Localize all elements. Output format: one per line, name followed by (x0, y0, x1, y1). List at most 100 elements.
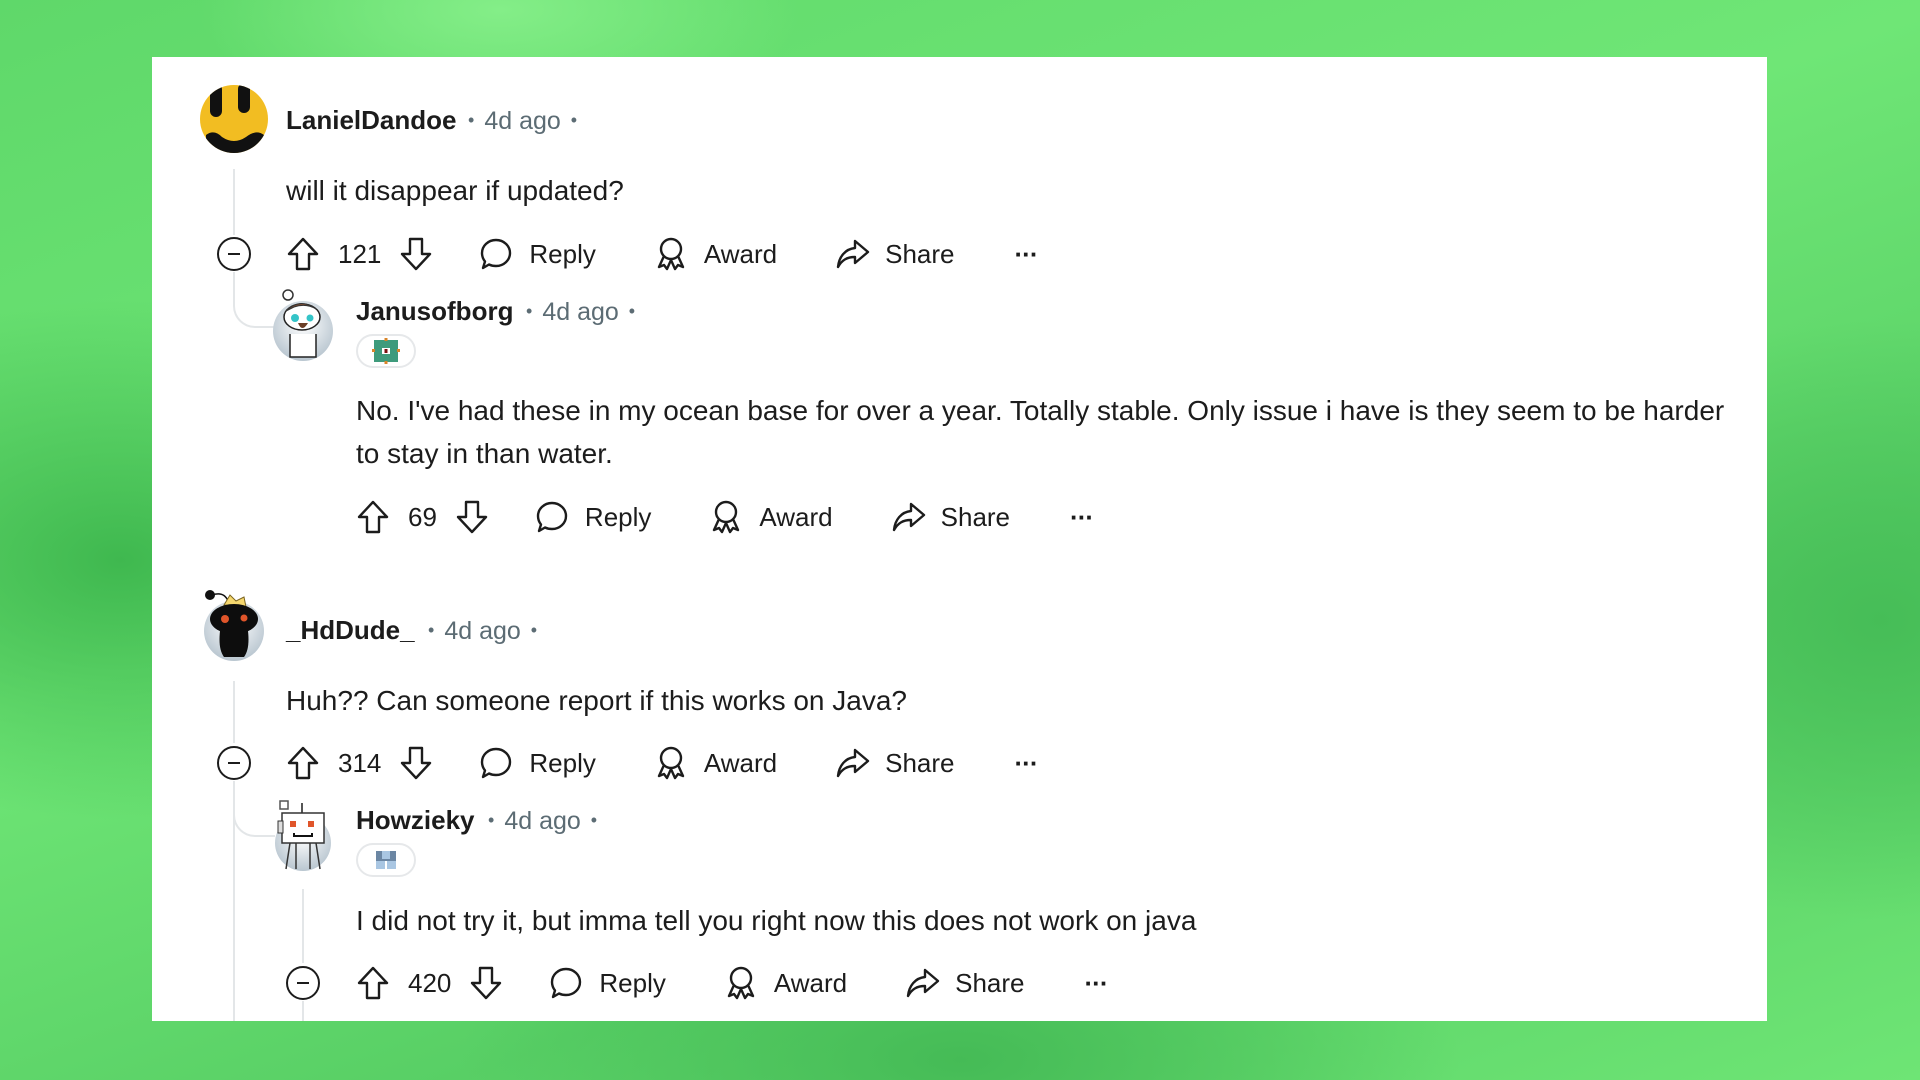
username[interactable]: LanielDandoe (286, 105, 456, 135)
comment-actions: 69 Reply Award Share ··· (356, 497, 1094, 537)
share-button[interactable]: Share (905, 966, 1025, 1000)
share-icon (836, 239, 870, 269)
username[interactable]: Janusofborg (356, 296, 513, 326)
username[interactable]: _HdDude_ (286, 615, 415, 645)
share-button[interactable]: Share (891, 500, 1010, 534)
upvote-icon (287, 237, 319, 271)
share-label: Share (955, 967, 1025, 998)
upvote-button[interactable] (286, 745, 320, 781)
blue-block-flair-icon (376, 851, 396, 869)
reply-button[interactable]: Reply (535, 500, 651, 534)
timestamp[interactable]: 4d ago (484, 107, 560, 135)
upvote-icon (357, 966, 389, 1000)
award-button[interactable]: Award (709, 499, 833, 535)
avatar[interactable] (272, 799, 334, 871)
downvote-button[interactable] (455, 499, 489, 535)
avatar[interactable] (272, 289, 334, 361)
dark-snoo-avatar-icon (204, 590, 264, 661)
comment-bubble-icon (536, 501, 568, 533)
reply-label: Reply (599, 967, 666, 998)
reply-button[interactable]: Reply (549, 966, 666, 1000)
more-options-button[interactable]: ··· (1070, 502, 1094, 533)
avatar[interactable] (200, 85, 268, 153)
award-label: Award (703, 747, 778, 778)
thread-line[interactable] (233, 781, 235, 1021)
more-options-button[interactable]: ··· (1085, 968, 1109, 999)
vote-score: 420 (408, 967, 452, 998)
collapse-thread-icon[interactable] (216, 745, 252, 781)
award-button[interactable]: Award (654, 745, 777, 781)
comment-actions: 314 Reply Award Share ··· (286, 743, 1039, 783)
share-label: Share (885, 747, 955, 778)
comment-meta: • 4d ago • (428, 617, 538, 645)
share-button[interactable]: Share (835, 237, 955, 271)
share-icon (892, 502, 925, 532)
comment-actions: 420 Reply Award Share ··· (356, 963, 1109, 1003)
upvote-icon (287, 746, 319, 780)
downvote-icon (471, 966, 502, 1000)
timestamp[interactable]: 4d ago (542, 298, 618, 326)
thread-line[interactable] (233, 169, 235, 235)
avatar[interactable] (200, 589, 268, 661)
snoo-beanie-avatar-icon (273, 289, 333, 361)
downvote-button[interactable] (469, 965, 503, 1001)
award-button[interactable]: Award (654, 236, 777, 272)
user-flair (356, 334, 416, 368)
award-button[interactable]: Award (724, 965, 847, 1001)
comment-actions: 121 Reply Award Share ··· (286, 234, 1039, 274)
more-options-button[interactable]: ··· (1015, 748, 1039, 779)
collapse-thread-icon[interactable] (216, 236, 252, 272)
comment-bubble-icon (551, 967, 582, 999)
timestamp[interactable]: 4d ago (444, 617, 520, 645)
user-flair (356, 843, 416, 877)
more-options-button[interactable]: ··· (1015, 239, 1039, 270)
reply-connector (233, 272, 275, 328)
reply-label: Reply (584, 501, 652, 532)
share-icon (906, 968, 940, 998)
comment-thread-card: LanielDandoe • 4d ago • will it disappear … (152, 57, 1767, 1021)
thread-line[interactable] (302, 1001, 304, 1021)
reply-label: Reply (529, 747, 596, 778)
comment-bubble-icon (481, 238, 512, 270)
award-label: Award (773, 967, 848, 998)
comment-body: No. I've had these in my ocean base for … (356, 395, 1725, 469)
upvote-button[interactable] (356, 965, 390, 1001)
award-icon (657, 237, 685, 271)
reply-connector (233, 781, 275, 837)
comment-body: I did not try it, but imma tell you righ… (356, 905, 1197, 936)
share-label: Share (940, 501, 1011, 532)
thread-line[interactable] (302, 889, 304, 963)
collapse-thread-icon[interactable] (285, 965, 321, 1001)
downvote-icon (401, 746, 432, 780)
username[interactable]: Howzieky (356, 805, 475, 835)
reply-button[interactable]: Reply (479, 237, 596, 271)
vote-score: 69 (408, 501, 437, 532)
reply-button[interactable]: Reply (479, 746, 596, 780)
vote-score: 121 (338, 238, 382, 269)
comment-body: Huh?? Can someone report if this works o… (286, 685, 907, 716)
upvote-button[interactable] (286, 236, 320, 272)
upvote-button[interactable] (356, 499, 390, 535)
comment-meta: • 4d ago • (468, 107, 578, 135)
comment-meta: • 4d ago • (488, 807, 598, 835)
comment-body: will it disappear if updated? (286, 175, 624, 206)
reply-label: Reply (529, 238, 596, 269)
yellow-smiley-avatar-icon (206, 85, 264, 153)
downvote-icon (456, 500, 488, 534)
award-icon (657, 746, 685, 780)
green-block-flair-icon (372, 338, 400, 364)
downvote-button[interactable] (399, 236, 433, 272)
thread-line[interactable] (233, 681, 235, 743)
comment-meta: • 4d ago • (526, 298, 636, 326)
award-icon (727, 966, 755, 1000)
vote-score: 314 (338, 747, 382, 778)
share-button[interactable]: Share (835, 746, 955, 780)
upvote-icon (357, 500, 389, 534)
award-label: Award (759, 501, 833, 532)
downvote-button[interactable] (399, 745, 433, 781)
downvote-icon (401, 237, 432, 271)
share-label: Share (885, 238, 955, 269)
timestamp[interactable]: 4d ago (504, 807, 580, 835)
award-label: Award (703, 238, 778, 269)
award-icon (713, 500, 740, 534)
